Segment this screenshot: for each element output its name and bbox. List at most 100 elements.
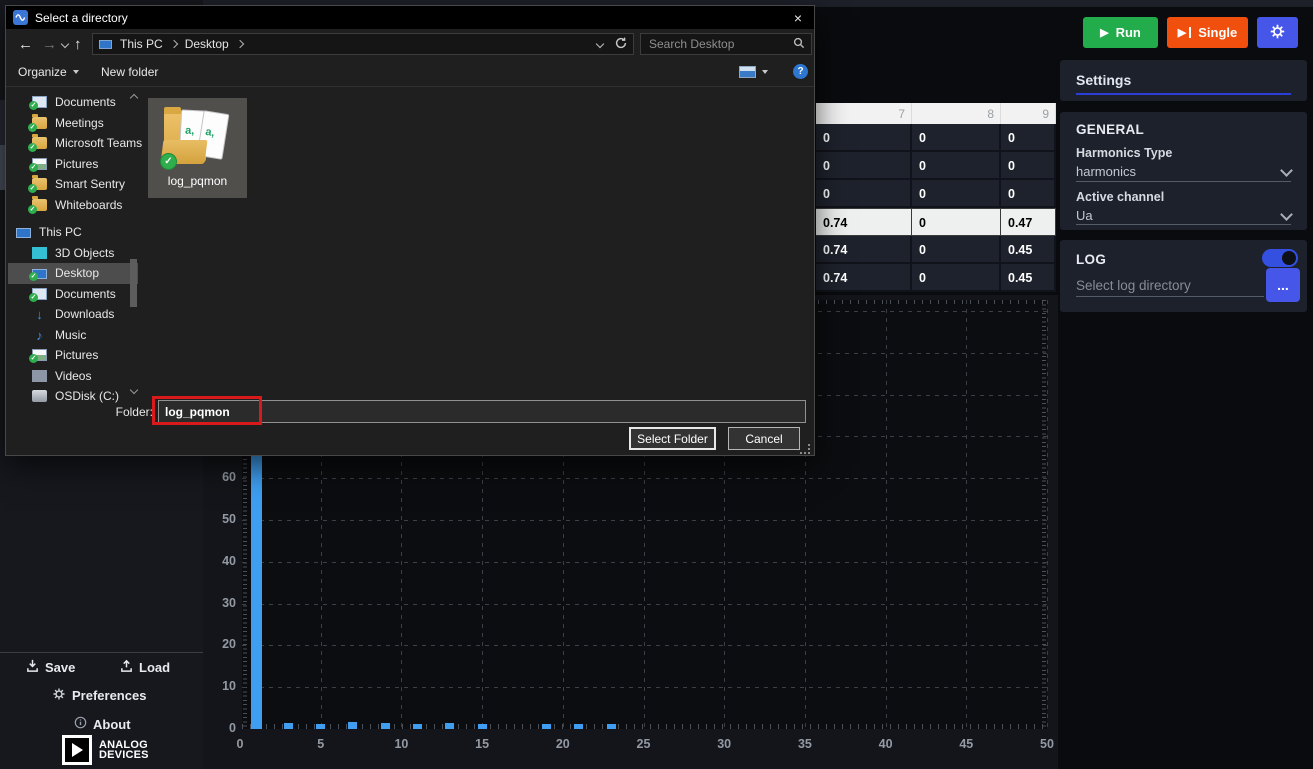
nav-item-videos[interactable]: Videos [8,366,138,387]
video-icon [32,370,47,382]
nav-scrollbar-thumb[interactable] [130,259,137,307]
save-button[interactable]: Save [26,659,75,675]
chevron-down-icon[interactable] [1280,164,1293,177]
table-cell[interactable]: 0 [912,264,1001,292]
table-cell[interactable]: 0.45 [1001,264,1056,292]
nav-item-pictures[interactable]: ✓ Pictures [8,345,138,366]
table-cell[interactable]: 0 [816,124,912,152]
picture-icon: ✓ [32,349,47,361]
cancel-button[interactable]: Cancel [728,427,800,450]
file-item-label: log_pqmon [148,174,247,188]
nav-item-downloads[interactable]: ↓Downloads [8,304,138,325]
toggle-knob [1282,251,1296,265]
document-icon: ✓ [32,288,47,300]
breadcrumb-desktop[interactable]: Desktop [185,37,229,51]
preferences-button[interactable]: Preferences [52,687,146,704]
nav-item-music[interactable]: ♪Music [8,325,138,346]
nav-item-label: OSDisk (C:) [55,389,119,403]
settings-title: Settings [1076,72,1131,88]
new-folder-button[interactable]: New folder [101,65,158,79]
log-directory-input[interactable] [1076,274,1264,297]
single-button[interactable]: ▶ Single [1167,17,1248,48]
folder-icon: ✓ [32,117,47,129]
table-cell[interactable]: 0 [912,124,1001,152]
table-cell[interactable]: 0 [1001,152,1056,180]
file-item-log-pqmon[interactable]: a, a, ✓ log_pqmon [148,98,247,198]
load-icon [120,659,133,675]
log-toggle[interactable] [1262,249,1298,267]
search-icon[interactable] [793,37,805,52]
table-cell[interactable]: 0 [816,152,912,180]
nav-item-3d-objects[interactable]: 3D Objects [8,243,138,264]
help-button[interactable]: ? [793,64,808,79]
close-icon[interactable]: × [782,6,814,29]
harmonics-type-value[interactable]: harmonics [1076,164,1136,179]
analog-devices-triangle-icon [62,735,92,765]
settings-gear-button[interactable] [1257,17,1298,48]
refresh-icon[interactable] [615,37,627,52]
nav-item-documents[interactable]: ✓ Documents [8,284,138,305]
forward-arrow-icon[interactable]: → [42,37,57,52]
settings-panel-header: Settings [1060,60,1307,101]
save-icon [26,659,39,675]
recent-locations-chevron-icon[interactable] [61,40,69,48]
nav-item-osdisk-c-[interactable]: OSDisk (C:) [8,386,138,407]
gear-icon [52,687,66,704]
view-options-icon [739,66,756,78]
nav-item-smart-sentry[interactable]: ✓Smart Sentry [8,174,138,195]
table-cell[interactable]: 0.74 [816,236,912,264]
active-channel-value[interactable]: Ua [1076,208,1093,223]
nav-item-desktop[interactable]: ✓Desktop [8,263,138,284]
table-cell[interactable]: 0.45 [1001,236,1056,264]
annotation-red-box [152,396,262,425]
sync-check-icon: ✓ [28,143,37,152]
nav-item-pictures[interactable]: ✓Pictures [8,154,138,175]
table-col-header-7: 7 [816,103,912,124]
table-cell[interactable]: 0 [912,152,1001,180]
logo-line2: DEVICES [99,749,149,761]
table-cell[interactable]: 0 [1001,180,1056,208]
harmonics-type-label: Harmonics Type [1076,146,1172,160]
load-button[interactable]: Load [120,659,170,675]
desktop-icon: ✓ [32,269,47,279]
table-cell-selected[interactable]: 0.74 [816,208,912,236]
folder-field-label: Folder: [101,405,153,419]
preferences-label: Preferences [72,688,146,703]
up-arrow-icon[interactable]: ↑ [74,37,82,52]
table-cell[interactable]: 0 [816,180,912,208]
axis-minor-ticks-right [1042,300,1046,729]
nav-item-label: Documents [55,287,116,301]
breadcrumb-this-pc[interactable]: This PC [120,37,163,51]
back-arrow-icon[interactable]: ← [18,37,33,52]
chevron-down-icon[interactable] [1280,208,1293,221]
breadcrumb-separator-icon [235,40,243,48]
table-cell[interactable]: 0 [912,180,1001,208]
table-cell-selected[interactable]: 0.47 [1001,208,1056,236]
resize-grip[interactable] [800,444,810,454]
browse-log-directory-button[interactable]: ... [1266,268,1300,302]
address-dropdown-chevron-icon[interactable] [596,40,604,48]
organize-button[interactable]: Organize [18,65,79,79]
analog-devices-logo: ANALOG DEVICES [62,735,149,765]
nav-item-documents[interactable]: ✓Documents [8,92,138,113]
search-box[interactable] [640,33,812,55]
address-bar[interactable]: This PC Desktop [92,33,634,55]
about-button[interactable]: About [74,716,131,732]
view-options-button[interactable] [739,66,768,78]
nav-item-meetings[interactable]: ✓Meetings [8,113,138,134]
caret-down-icon [762,70,768,74]
nav-item-this-pc[interactable]: This PC [8,222,138,243]
run-button[interactable]: ▶ Run [1083,17,1158,48]
dialog-titlebar[interactable]: Select a directory × [6,6,814,29]
search-input[interactable] [647,36,793,52]
table-cell[interactable]: 0.74 [816,264,912,292]
select-folder-button[interactable]: Select Folder [629,427,716,450]
nav-item-microsoft-teams[interactable]: ✓Microsoft Teams [8,133,138,154]
nav-item-label: Pictures [55,348,98,362]
nav-item-whiteboards[interactable]: ✓Whiteboards [8,195,138,216]
table-cell-selected[interactable]: 0 [912,208,1001,236]
folder-icon: ✓ [32,199,47,211]
picture-icon: ✓ [32,158,47,170]
table-cell[interactable]: 0 [1001,124,1056,152]
table-cell[interactable]: 0 [912,236,1001,264]
